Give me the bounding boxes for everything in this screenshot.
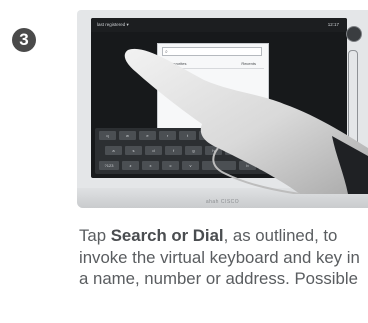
status-bar: last registered ▾ 12:17 xyxy=(91,18,347,32)
keyboard-key[interactable]: a xyxy=(105,146,122,155)
instruction-text: Tap Search or Dial, as outlined, to invo… xyxy=(79,225,364,290)
brand-logo: ahah CISCO xyxy=(205,199,240,205)
instruction-bold: Search or Dial xyxy=(110,226,224,245)
status-clock: 12:17 xyxy=(327,22,339,27)
keyboard-key[interactable]: ?123 xyxy=(99,161,119,170)
status-label: last registered ▾ xyxy=(97,22,129,27)
instruction-pre: Tap xyxy=(79,226,111,245)
step-number-badge: 3 xyxy=(12,28,36,52)
side-button-icon[interactable] xyxy=(346,26,362,42)
keyboard-key[interactable]: q xyxy=(99,131,116,140)
pointing-hand-illustration xyxy=(124,48,368,194)
